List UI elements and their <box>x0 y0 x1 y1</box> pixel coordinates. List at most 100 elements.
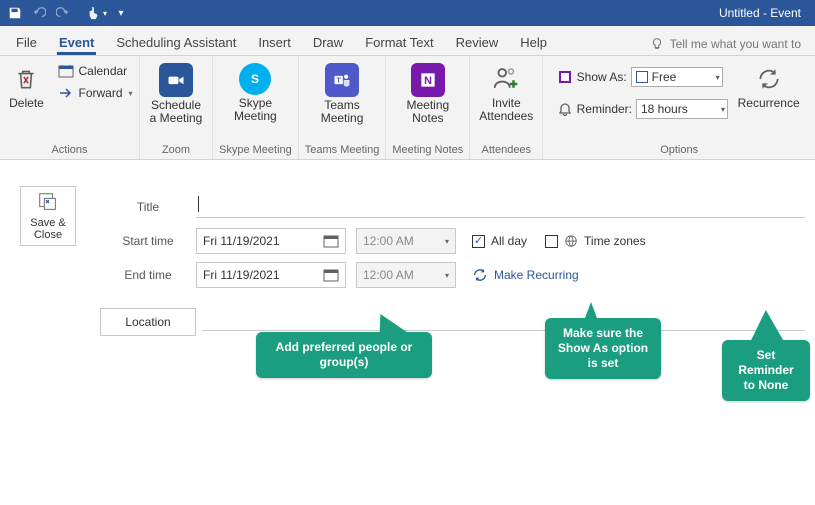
location-input[interactable] <box>202 305 805 331</box>
zoom-label-1: Schedule <box>151 98 201 112</box>
invite-label-1: Invite <box>492 96 521 110</box>
location-button[interactable]: Location <box>100 308 196 336</box>
undo-icon[interactable] <box>28 2 50 24</box>
show-as-value: Free <box>652 70 677 84</box>
make-recurring-link[interactable]: Make Recurring <box>472 267 579 283</box>
chevron-down-icon: ▾ <box>445 271 449 280</box>
zoom-label-2: a Meeting <box>150 111 203 125</box>
end-time-value: 12:00 AM <box>363 268 414 282</box>
show-as-combo[interactable]: Free ▾ <box>631 67 723 87</box>
calendar-label: Calendar <box>78 64 127 78</box>
delete-icon <box>10 63 42 95</box>
tab-insert[interactable]: Insert <box>256 29 293 55</box>
qat-separator <box>76 2 84 24</box>
save-close-icon <box>37 191 59 213</box>
start-time-value: 12:00 AM <box>363 234 414 248</box>
checkbox-unchecked-icon <box>545 235 558 248</box>
svg-text:S: S <box>251 72 259 86</box>
svg-text:T: T <box>336 76 341 85</box>
chevron-down-icon: ▾ <box>716 73 720 82</box>
group-attendees-label: Attendees <box>482 142 532 159</box>
teams-icon: T <box>325 63 359 97</box>
save-icon[interactable] <box>4 2 26 24</box>
window-title: Untitled - Event <box>132 6 811 20</box>
zoom-icon <box>159 63 193 97</box>
teams-meeting-button[interactable]: T TeamsMeeting <box>312 59 372 125</box>
teams-label-2: Meeting <box>321 111 364 125</box>
notes-label-2: Notes <box>412 111 443 125</box>
group-teams-label: Teams Meeting <box>305 142 380 159</box>
tab-draw[interactable]: Draw <box>311 29 345 55</box>
invite-attendees-icon <box>490 63 522 95</box>
schedule-a-meeting-button[interactable]: Schedulea Meeting <box>146 59 206 125</box>
end-date-value: Fri 11/19/2021 <box>203 268 280 282</box>
tell-me-label: Tell me what you want to <box>670 37 801 51</box>
recurrence-button[interactable]: Recurrence <box>736 59 802 110</box>
save-and-close-button[interactable]: Save & Close <box>20 186 76 246</box>
delete-button[interactable]: Delete <box>2 59 50 110</box>
tab-file[interactable]: File <box>14 29 39 55</box>
time-zones-checkbox[interactable]: Time zones <box>545 234 646 248</box>
teams-label-1: Teams <box>324 98 359 112</box>
invite-attendees-button[interactable]: InviteAttendees <box>476 59 536 123</box>
skype-label-1: Skype <box>239 96 272 110</box>
make-recurring-label: Make Recurring <box>494 268 579 282</box>
end-time-label: End time <box>100 268 196 282</box>
chevron-down-icon: ▾ <box>721 105 725 114</box>
reminder-combo[interactable]: 18 hours ▾ <box>636 99 728 119</box>
tell-me-search[interactable]: Tell me what you want to <box>650 37 801 55</box>
calendar-icon <box>58 63 74 79</box>
callout-add-people: Add preferred people or group(s) <box>256 332 432 378</box>
recurrence-icon <box>753 63 785 95</box>
onenote-icon: N <box>411 63 445 97</box>
callout-reminder-text: Set Reminder to None <box>738 348 793 392</box>
tab-review[interactable]: Review <box>454 29 501 55</box>
start-date-value: Fri 11/19/2021 <box>203 234 280 248</box>
recurring-icon <box>472 267 488 283</box>
save-close-label: Save & Close <box>21 217 75 241</box>
free-swatch <box>636 71 648 83</box>
group-notes-label: Meeting Notes <box>392 142 463 159</box>
skype-icon: S <box>239 63 271 95</box>
calendar-picker-icon <box>323 267 339 283</box>
group-skype-label: Skype Meeting <box>219 142 292 159</box>
all-day-label: All day <box>491 234 527 248</box>
end-time-field[interactable]: 12:00 AM ▾ <box>356 262 456 288</box>
globe-icon <box>564 234 578 248</box>
qat-customize-icon[interactable]: ▾ <box>110 2 132 24</box>
delete-label: Delete <box>9 97 44 110</box>
meeting-notes-button[interactable]: N MeetingNotes <box>398 59 458 125</box>
end-date-field[interactable]: Fri 11/19/2021 <box>196 262 346 288</box>
group-options-label: Options <box>660 142 698 159</box>
start-date-field[interactable]: Fri 11/19/2021 <box>196 228 346 254</box>
callout-show-as: Make sure the Show As option is set <box>545 318 661 379</box>
tab-event[interactable]: Event <box>57 29 96 55</box>
touch-mode-icon[interactable]: ▾ <box>86 2 108 24</box>
calendar-button[interactable]: Calendar <box>54 61 136 81</box>
tab-format-text[interactable]: Format Text <box>363 29 435 55</box>
reminder-label: Reminder: <box>577 102 632 116</box>
title-input[interactable] <box>196 196 805 218</box>
callout-show-as-text: Make sure the Show As option is set <box>558 326 648 370</box>
tab-scheduling-assistant[interactable]: Scheduling Assistant <box>114 29 238 55</box>
callout-add-people-text: Add preferred people or group(s) <box>276 340 413 369</box>
checkbox-checked-icon <box>472 235 485 248</box>
redo-icon[interactable] <box>52 2 74 24</box>
chevron-down-icon: ▾ <box>129 89 133 98</box>
recurrence-label: Recurrence <box>738 97 800 110</box>
start-time-label: Start time <box>100 234 196 248</box>
group-zoom-label: Zoom <box>162 142 190 159</box>
all-day-checkbox[interactable]: All day <box>472 234 527 248</box>
forward-label: Forward <box>78 86 122 100</box>
title-label: Title <box>100 200 196 214</box>
forward-icon <box>58 85 74 101</box>
invite-label-2: Attendees <box>479 109 533 123</box>
tab-help[interactable]: Help <box>518 29 549 55</box>
forward-button[interactable]: Forward ▾ <box>54 83 136 103</box>
reminder-icon <box>557 101 573 117</box>
show-as-label: Show As: <box>577 70 627 84</box>
start-time-field[interactable]: 12:00 AM ▾ <box>356 228 456 254</box>
skype-meeting-button[interactable]: S SkypeMeeting <box>225 59 285 123</box>
chevron-down-icon: ▾ <box>445 237 449 246</box>
reminder-value: 18 hours <box>641 102 688 116</box>
